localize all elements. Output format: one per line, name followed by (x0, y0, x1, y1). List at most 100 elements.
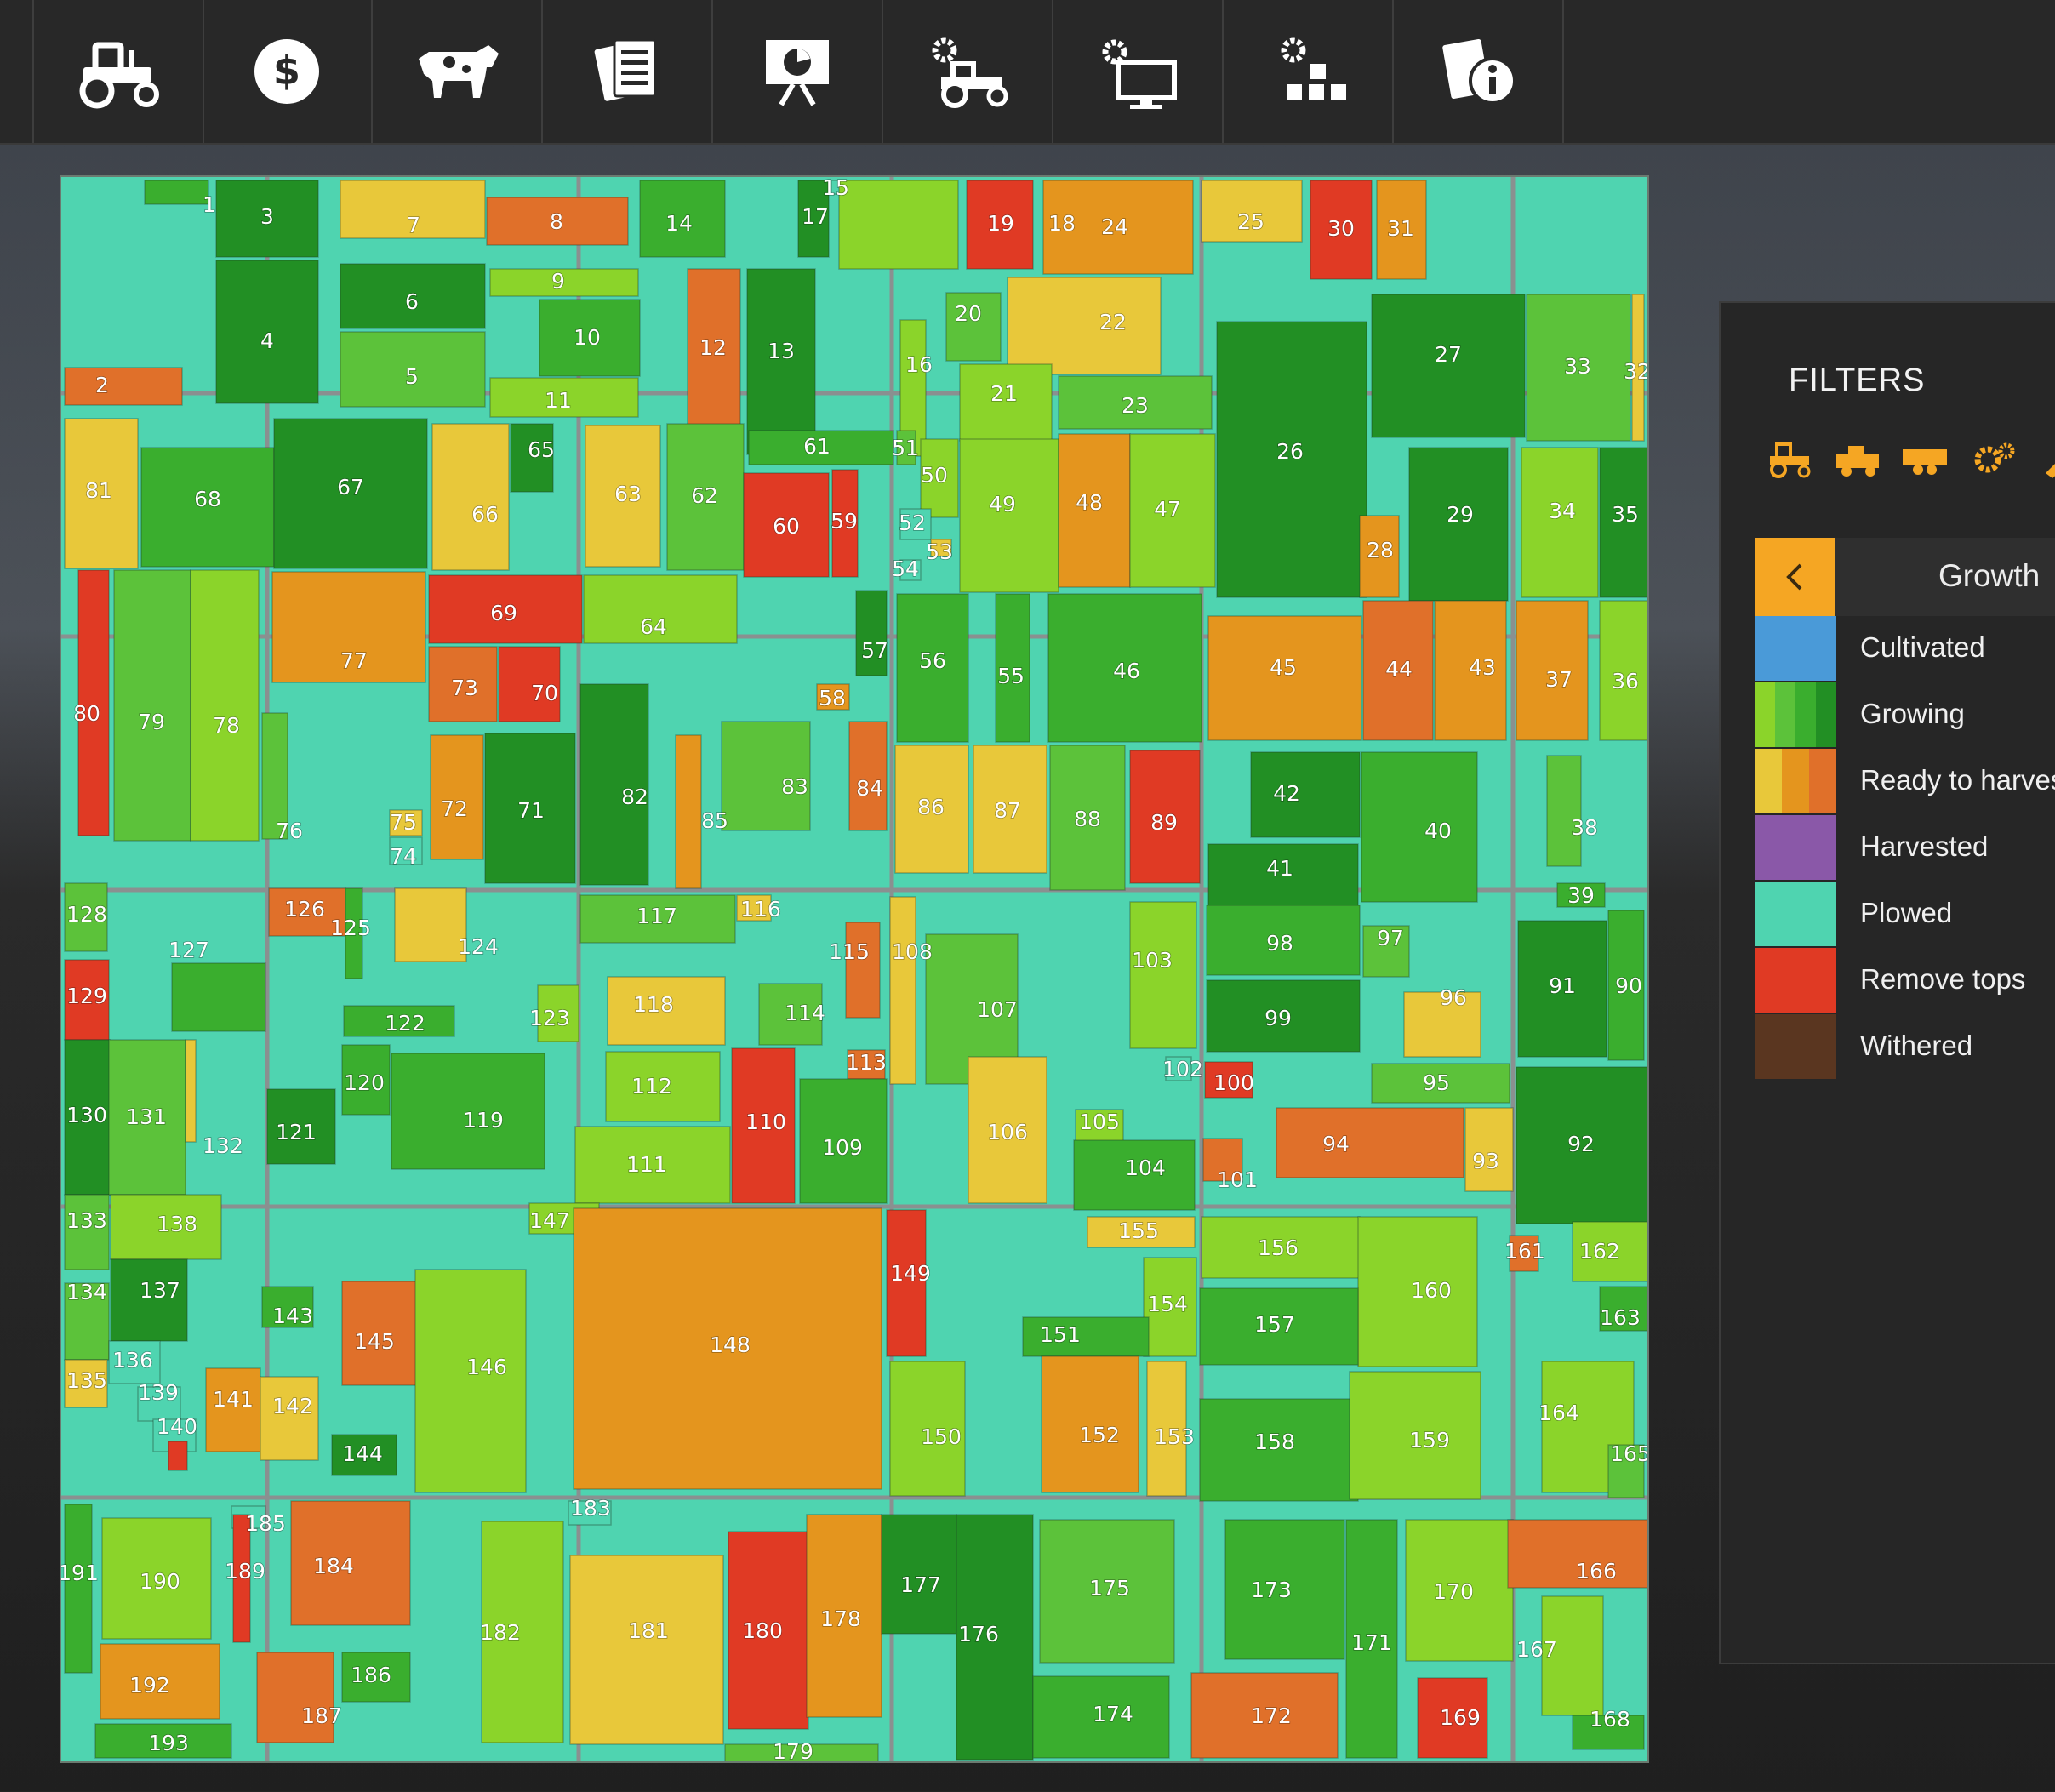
field-number-label: 25 (1237, 209, 1264, 234)
field-18[interactable] (838, 180, 959, 270)
cow-icon (419, 45, 499, 98)
tab-help[interactable] (1394, 0, 1564, 143)
field-number-label: 46 (1113, 659, 1140, 683)
field-103[interactable] (1129, 901, 1197, 1049)
field-number-label: 174 (1093, 1702, 1133, 1726)
field-number-label: 155 (1118, 1218, 1159, 1243)
field-66[interactable] (431, 423, 510, 571)
field-42[interactable] (1250, 751, 1361, 838)
tab-finances[interactable]: $ (203, 0, 373, 143)
field-127[interactable] (171, 962, 266, 1032)
legend-row-plowed[interactable]: Plowed (1755, 882, 2055, 946)
field-40[interactable] (1361, 751, 1478, 903)
field-number-label: 186 (351, 1663, 391, 1687)
legend-row-withered[interactable]: Withered (1755, 1014, 2055, 1079)
legend-label: Remove tops (1860, 963, 2026, 995)
field-1[interactable] (144, 180, 209, 205)
field-140b[interactable] (168, 1441, 188, 1471)
tab-animals[interactable] (373, 0, 543, 143)
field-number-label: 79 (138, 710, 165, 734)
legend-row-cultivated[interactable]: Cultivated (1755, 616, 2055, 681)
field-number-label: 9 (551, 269, 565, 294)
field-number-label: 103 (1132, 948, 1173, 973)
field-number-label: 151 (1040, 1322, 1081, 1347)
field-number-label: 132 (203, 1133, 243, 1158)
field-map[interactable]: 1 3 7 8 15 14 17 18 19 24 25 30 31 4 6 9 10 12 13 20 22 27 33 3… (60, 175, 1649, 1763)
field-78[interactable] (190, 569, 260, 842)
back-button[interactable] (1755, 538, 1835, 616)
field-108[interactable] (889, 896, 916, 1085)
trailer-icon[interactable] (1901, 439, 1950, 478)
field-number-label: 71 (517, 798, 545, 823)
field-number-label: 10 (574, 325, 601, 350)
tab-vehicles[interactable] (32, 0, 204, 143)
production-icon (1281, 37, 1346, 100)
field-number-label: 7 (407, 213, 420, 237)
field-85[interactable] (675, 734, 702, 889)
tab-garage[interactable] (883, 0, 1053, 143)
field-number-label: 143 (272, 1304, 313, 1328)
field-number-label: 156 (1258, 1236, 1299, 1260)
field-115[interactable] (845, 922, 881, 1019)
field-187[interactable] (256, 1652, 334, 1743)
field-number-label: 4 (260, 328, 274, 353)
field-79[interactable] (113, 569, 191, 842)
field-number-label: 187 (301, 1704, 342, 1728)
legend-row-ready-to-harves[interactable]: Ready to harves (1755, 749, 2055, 813)
legend-row-harvested[interactable]: Harvested (1755, 815, 2055, 880)
field-number-label: 171 (1351, 1630, 1392, 1655)
tab-settings[interactable] (1053, 0, 1224, 143)
tab-contracts[interactable] (543, 0, 713, 143)
field-number-label: 110 (745, 1110, 786, 1134)
field-124[interactable] (394, 887, 467, 962)
field-number-label: 148 (710, 1333, 751, 1357)
field-146[interactable] (414, 1269, 527, 1493)
field-number-label: 66 (471, 502, 499, 527)
field-57[interactable] (855, 590, 888, 676)
gears-icon[interactable] (1969, 439, 2018, 478)
field-38[interactable] (1546, 755, 1582, 867)
tab-statistics[interactable] (713, 0, 883, 143)
field-number-label: 16 (905, 352, 933, 377)
field-number-label: 93 (1472, 1149, 1499, 1173)
field-number-label: 33 (1564, 354, 1591, 379)
tool-icon[interactable] (2037, 439, 2055, 478)
field-number-label: 177 (900, 1572, 941, 1597)
field-number-label: 43 (1469, 655, 1496, 680)
tractor-icon[interactable] (1765, 439, 1814, 478)
field-number-label: 145 (354, 1329, 395, 1354)
legend-row-growing[interactable]: Growing (1755, 682, 2055, 747)
field-191[interactable] (64, 1504, 93, 1674)
field-number-label: 28 (1367, 538, 1394, 562)
field-number-label: 99 (1264, 1006, 1292, 1030)
field-94[interactable] (1276, 1107, 1464, 1178)
field-22[interactable] (1007, 277, 1162, 375)
tab-production[interactable] (1224, 0, 1394, 143)
growth-filter-title: Growth (1938, 558, 2041, 593)
field-number-label: 162 (1579, 1239, 1620, 1264)
harvester-icon[interactable] (1833, 439, 1882, 478)
field-number-label: 192 (129, 1673, 170, 1698)
field-number-label: 3 (260, 204, 274, 229)
field-growth-map[interactable]: 1 3 7 81514 17 1819 24 25 30 3146910 12 1320 2227 33 3… (61, 177, 1647, 1761)
field-number-label: 178 (820, 1607, 861, 1631)
field-2[interactable] (64, 367, 183, 406)
field-181[interactable] (569, 1555, 724, 1745)
legend-row-remove-tops[interactable]: Remove tops (1755, 948, 2055, 1013)
field-number-label: 11 (545, 388, 572, 413)
field-132[interactable] (185, 1039, 197, 1143)
field-number-label: 146 (466, 1355, 507, 1379)
legend-swatch (1755, 948, 1836, 1013)
field-number-label: 122 (385, 1011, 425, 1036)
field-number-label: 22 (1099, 310, 1127, 334)
field-number-label: 72 (441, 796, 468, 821)
field-number-label: 34 (1549, 499, 1576, 523)
field-number-label: 115 (829, 939, 870, 964)
tractor-settings-icon (932, 37, 1008, 108)
field-number-label: 131 (126, 1104, 167, 1129)
field-number-label: 95 (1423, 1070, 1450, 1095)
filters-title: FILTERS (1789, 362, 1926, 398)
help-info-icon (1442, 38, 1516, 105)
field-142[interactable] (260, 1376, 319, 1461)
field-number-label: 37 (1545, 667, 1573, 692)
